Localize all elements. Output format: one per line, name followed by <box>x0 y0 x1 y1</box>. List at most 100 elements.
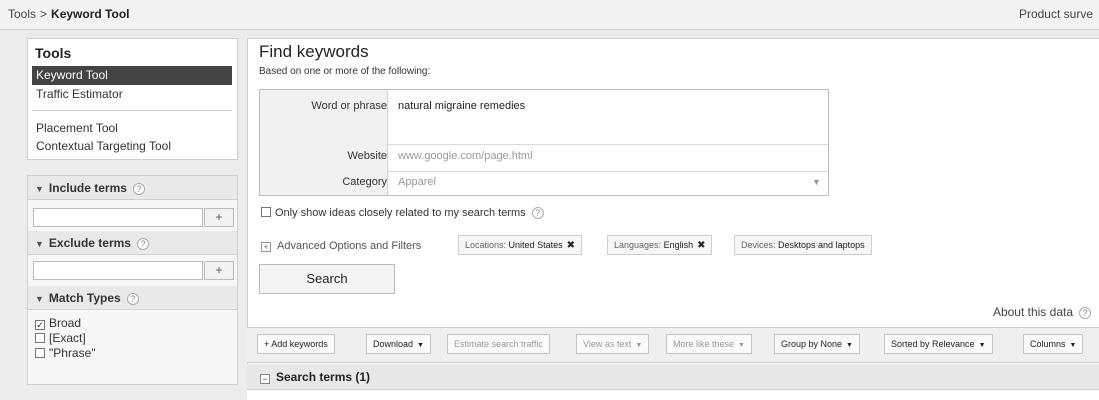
download-button[interactable]: Download ▼ <box>366 334 431 354</box>
include-terms-title: Include terms <box>48 181 127 195</box>
word-or-phrase-label: Word or phrase <box>311 100 387 112</box>
about-this-data-label: About this data <box>992 305 1073 319</box>
advanced-options-toggle[interactable]: + Advanced Options and Filters <box>261 240 421 252</box>
include-terms-add-button[interactable]: + <box>204 208 234 227</box>
top-bar <box>0 0 1099 30</box>
caret-down-icon: ▼ <box>417 342 424 349</box>
columns-label: Columns <box>1030 339 1066 349</box>
caret-down-icon: ▼ <box>978 342 986 349</box>
match-broad-label: Broad <box>49 316 82 330</box>
tools-divider <box>32 110 232 111</box>
help-icon[interactable]: ? <box>126 292 139 305</box>
product-survey-link[interactable]: Product surve <box>1019 7 1093 21</box>
match-exact-option[interactable]: [Exact] <box>35 332 86 346</box>
tool-item-keyword-tool[interactable]: Keyword Tool <box>32 66 232 85</box>
estimate-search-traffic-label: Estimate search traffic <box>454 339 543 349</box>
locations-chip-value: United States <box>508 240 563 250</box>
caret-down-icon: ▼ <box>846 342 853 349</box>
match-broad-option[interactable]: ✓ Broad <box>35 317 81 331</box>
columns-button[interactable]: Columns ▼ <box>1023 334 1084 354</box>
caret-down-icon: ▼ <box>635 342 643 349</box>
more-like-these-button[interactable]: More like these ▼ <box>666 334 752 354</box>
devices-chip[interactable]: Devices: Desktops and laptops <box>734 235 872 255</box>
search-button[interactable]: Search <box>259 264 395 294</box>
match-types-title: Match Types <box>48 291 121 305</box>
word-or-phrase-input[interactable]: natural migraine remedies <box>398 100 525 112</box>
category-select[interactable]: Apparel <box>398 176 436 188</box>
estimate-search-traffic-button[interactable]: Estimate search traffic <box>447 334 550 354</box>
devices-chip-value: Desktops and laptops <box>778 240 865 250</box>
languages-chip-key: Languages: <box>614 240 662 250</box>
include-terms-header[interactable]: ▼ Include terms? <box>28 176 237 200</box>
keyword-form: Word or phrase Website Category natural … <box>259 89 829 196</box>
checkbox-unchecked[interactable] <box>35 348 45 358</box>
match-phrase-label: "Phrase" <box>49 346 96 360</box>
filters-panel: ▼ Include terms? + ▼ Exclude terms? + ▼ Mat… <box>27 175 238 385</box>
remove-x-icon[interactable]: ✖ <box>567 240 575 251</box>
locations-chip-key: Locations: <box>465 240 507 250</box>
help-icon[interactable]: ? <box>531 207 544 220</box>
add-keywords-label: Add keywords <box>271 339 328 349</box>
help-icon[interactable]: ? <box>132 182 145 195</box>
checkbox-unchecked[interactable] <box>261 207 271 217</box>
tool-item-contextual-targeting-tool[interactable]: Contextual Targeting Tool <box>32 137 232 156</box>
languages-chip-value: English <box>663 240 694 250</box>
match-exact-label: [Exact] <box>49 331 86 345</box>
match-phrase-option[interactable]: "Phrase" <box>35 347 96 361</box>
chevron-down-icon[interactable]: ▼ <box>812 177 821 187</box>
sorted-by-button[interactable]: Sorted by Relevance ▼ <box>884 334 993 354</box>
group-by-button[interactable]: Group by None ▼ <box>774 334 860 354</box>
website-input[interactable]: www.google.com/page.html <box>398 150 533 162</box>
category-label: Category <box>342 176 387 188</box>
search-terms-title: Search terms (1) <box>276 370 371 384</box>
find-keywords-subtitle: Based on one or more of the following: <box>259 66 431 77</box>
exclude-terms-title: Exclude terms <box>48 236 131 250</box>
find-keywords-title: Find keywords <box>259 42 369 61</box>
view-as-text-label: View as text <box>583 339 632 349</box>
download-label: Download <box>373 339 414 349</box>
advanced-options-label: Advanced Options and Filters <box>277 240 422 252</box>
languages-chip[interactable]: Languages: English ✖ <box>607 235 713 255</box>
group-by-label: Group by None <box>781 339 843 349</box>
only-closely-related-option[interactable]: Only show ideas closely related to my se… <box>261 207 544 220</box>
caret-down-icon: ▼ <box>1069 342 1077 349</box>
breadcrumb-separator: > <box>40 7 48 21</box>
view-as-text-button[interactable]: View as text ▼ <box>576 334 650 354</box>
triangle-down-icon: ▼ <box>35 294 44 304</box>
locations-chip[interactable]: Locations: United States ✖ <box>458 235 582 255</box>
breadcrumb-root[interactable]: Tools <box>8 7 36 21</box>
exclude-terms-header[interactable]: ▼ Exclude terms? <box>28 231 237 255</box>
help-icon[interactable]: ? <box>1079 306 1091 319</box>
tools-title: Tools <box>35 45 72 61</box>
triangle-down-icon: ▼ <box>35 184 44 194</box>
plus-icon: + <box>264 339 270 349</box>
form-label-column: Word or phrase Website Category <box>260 90 388 195</box>
minus-box-icon[interactable]: − <box>260 374 270 384</box>
search-terms-section-header[interactable]: − Search terms (1) <box>247 364 1099 390</box>
website-label: Website <box>347 150 387 162</box>
plus-box-icon: + <box>261 242 271 252</box>
checkbox-unchecked[interactable] <box>35 333 45 343</box>
form-row-divider <box>388 171 828 172</box>
remove-x-icon[interactable]: ✖ <box>697 240 705 251</box>
exclude-terms-input[interactable] <box>33 261 203 280</box>
tool-item-traffic-estimator[interactable]: Traffic Estimator <box>32 85 232 104</box>
sorted-by-label: Sorted by Relevance <box>891 339 975 349</box>
caret-down-icon: ▼ <box>738 342 745 349</box>
form-row-divider <box>388 144 828 145</box>
devices-chip-key: Devices: <box>741 240 776 250</box>
checkbox-checked[interactable]: ✓ <box>35 320 45 330</box>
breadcrumb-current: Keyword Tool <box>51 7 130 21</box>
about-this-data-link[interactable]: About this data? <box>993 305 1091 319</box>
tool-item-placement-tool[interactable]: Placement Tool <box>32 119 232 138</box>
tools-panel: Tools Keyword Tool Traffic Estimator Pla… <box>27 38 238 160</box>
exclude-terms-add-button[interactable]: + <box>204 261 234 280</box>
triangle-down-icon: ▼ <box>35 239 44 249</box>
help-icon[interactable]: ? <box>136 237 149 250</box>
only-closely-related-label: Only show ideas closely related to my se… <box>275 207 526 219</box>
more-like-these-label: More like these <box>673 339 735 349</box>
breadcrumb: Tools > Keyword Tool <box>8 7 129 21</box>
add-keywords-button[interactable]: + Add keywords <box>257 334 335 354</box>
include-terms-input[interactable] <box>33 208 203 227</box>
match-types-header[interactable]: ▼ Match Types? <box>28 286 237 310</box>
